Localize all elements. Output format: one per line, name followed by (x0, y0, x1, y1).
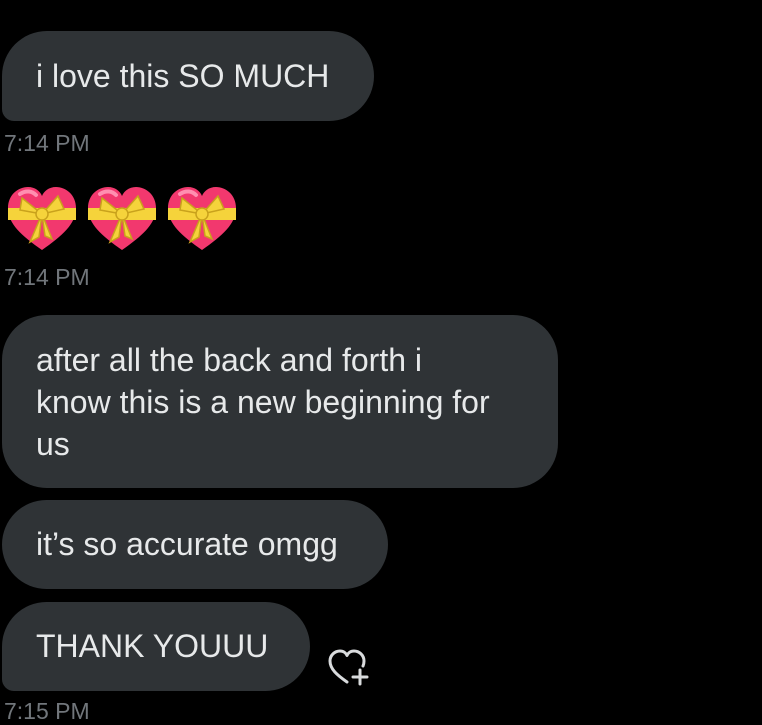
message-text: i love this SO MUCH (36, 58, 330, 94)
message-bubble[interactable]: after all the back and forth i know this… (2, 315, 558, 488)
heart-with-ribbon-icon (168, 187, 236, 250)
message-timestamp: 7:15 PM (4, 698, 90, 724)
message-bubble[interactable]: it’s so accurate omgg (2, 500, 388, 589)
message-text: THANK YOUUU (36, 628, 269, 664)
message-text: after all the back and forth i know this… (36, 342, 490, 462)
message-text: it’s so accurate omgg (36, 526, 338, 562)
message-timestamp: 7:14 PM (4, 264, 90, 290)
heart-with-ribbon-icon (88, 187, 156, 250)
heart-with-ribbon-icon (8, 187, 76, 250)
message-timestamp: 7:14 PM (4, 130, 90, 156)
add-reaction-heart-icon[interactable] (327, 648, 371, 688)
message-bubble[interactable]: i love this SO MUCH (2, 31, 374, 121)
conversation-view: i love this SO MUCH 7:14 PM 7:14 PM afte… (0, 0, 762, 724)
message-bubble[interactable]: THANK YOUUU (2, 602, 310, 691)
